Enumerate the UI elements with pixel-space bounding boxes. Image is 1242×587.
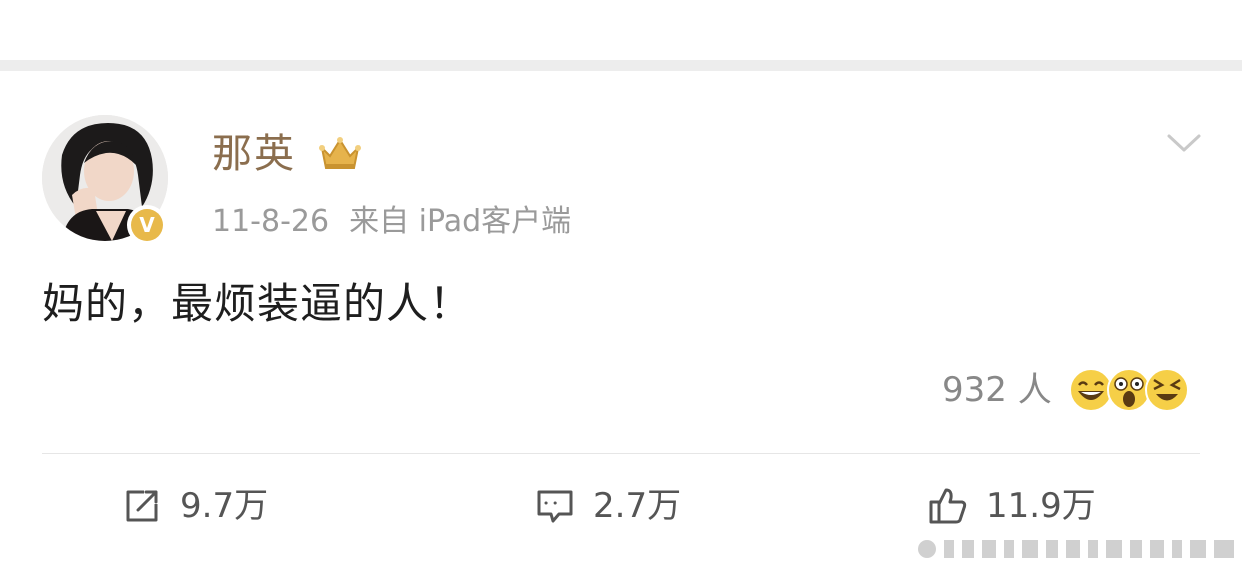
- post-source[interactable]: 来自 iPad客户端: [349, 204, 571, 239]
- post-meta: 11-8-26 来自 iPad客户端: [212, 202, 571, 242]
- post-date: 11-8-26: [212, 204, 330, 239]
- thumbs-up-icon: [929, 488, 967, 524]
- crown-member-icon[interactable]: [318, 134, 362, 174]
- post-text: 妈的，最烦装逼的人！: [42, 279, 473, 328]
- reaction-summary[interactable]: 932 人: [942, 367, 1194, 413]
- repost-icon: [126, 490, 158, 522]
- squinting-laugh-emoji-icon: [1144, 367, 1190, 413]
- repost-button[interactable]: 9.7万: [122, 481, 268, 531]
- comment-count: 2.7万: [593, 486, 682, 526]
- comment-icon: [537, 490, 573, 523]
- top-blank-area: [0, 0, 1242, 60]
- reaction-emojis: [1068, 367, 1194, 413]
- verified-badge-icon: V: [127, 205, 167, 245]
- reaction-count: 932 人: [942, 370, 1052, 410]
- watermark-logo: [918, 540, 1234, 558]
- comment-button[interactable]: 2.7万: [535, 481, 681, 531]
- repost-count: 9.7万: [180, 486, 269, 526]
- post-card[interactable]: V 那英 11-8-26 来自 iPad客户端 妈的，最烦装逼的人！ 932 人: [0, 71, 1242, 587]
- chevron-down-icon[interactable]: [1166, 131, 1202, 155]
- feed-separator: [0, 60, 1242, 71]
- action-divider: [42, 453, 1200, 454]
- like-count: 11.9万: [986, 486, 1096, 526]
- like-button[interactable]: 11.9万: [928, 481, 1096, 531]
- username[interactable]: 那英: [212, 130, 296, 178]
